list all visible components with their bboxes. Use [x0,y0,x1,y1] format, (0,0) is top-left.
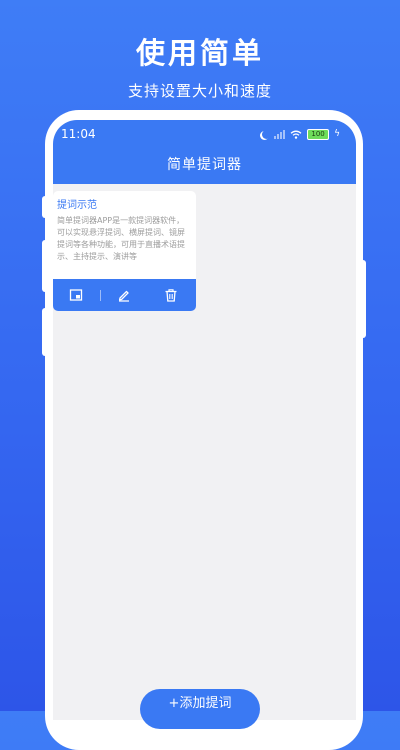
card-toolbar [53,279,196,311]
phone-side-button [42,196,48,218]
promo-title: 使用简单 [135,36,264,70]
card-title: 提词示范 [57,200,97,211]
phone-side-button [360,260,366,338]
status-icons: 100 ϟ [260,128,340,140]
phone-side-button [42,240,48,292]
toolbar-divider [100,290,101,301]
phone-side-button [42,308,48,356]
card-body: 简单提词器APP是一款提词器软件，可以实现悬浮提词、横屏提词、镜屏提词等各种功能… [57,216,185,261]
signal-icon [274,129,286,139]
charging-icon: ϟ [334,128,340,139]
window-icon[interactable] [69,288,83,302]
delete-icon[interactable] [164,288,178,302]
app-title: 简单提词器 [167,157,242,173]
wifi-icon [290,130,302,139]
app-header: 11:04 100 ϟ 简单提词器 [53,120,356,184]
battery-icon: 100 [307,128,330,140]
status-time: 11:04 [61,127,96,141]
prompt-card[interactable]: 提词示范 简单提词器APP是一款提词器软件，可以实现悬浮提词、横屏提词、镜屏提词… [53,191,196,311]
promo-subtitle: 支持设置大小和速度 [127,82,272,100]
phone-screen: 11:04 100 ϟ 简单提词器 提词示范 简单提词器APP是一款提词器软件，… [53,120,356,720]
edit-icon[interactable] [117,288,131,302]
moon-icon [262,130,271,139]
add-prompt-button[interactable]: +添加提词 [140,689,260,729]
